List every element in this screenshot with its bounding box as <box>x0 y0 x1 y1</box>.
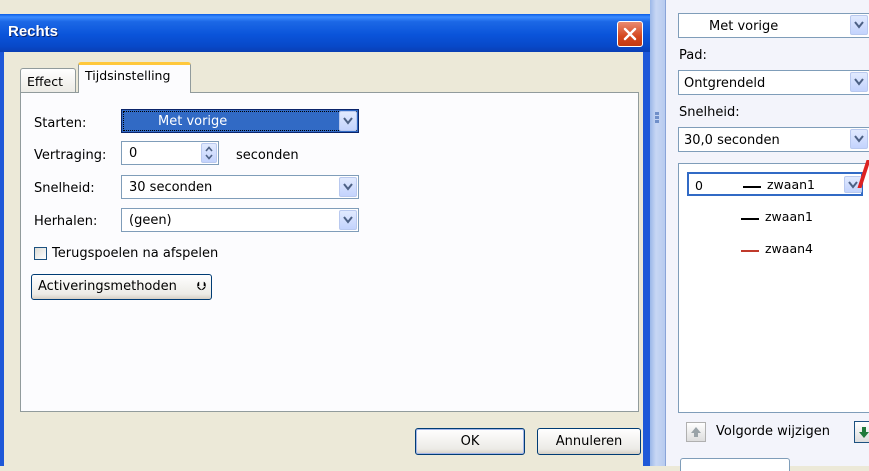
spinner-buttons[interactable] <box>201 143 217 163</box>
list-item-name: zwaan1 <box>767 177 815 192</box>
list-item-name: zwaan1 <box>765 209 813 224</box>
dialog-title: Rechts <box>8 23 59 40</box>
window-frame-right <box>643 52 650 466</box>
vertraging-value: 0 <box>129 146 138 161</box>
pad-dropdown[interactable]: Ontgrendeld <box>678 70 869 95</box>
starten-dropdown[interactable]: Met vorige <box>121 109 359 133</box>
window-frame-left <box>0 52 4 466</box>
pad-label: Pad: <box>679 48 707 63</box>
chevron-down-icon <box>854 78 864 86</box>
list-item-number: 0 <box>695 178 703 193</box>
pane-start-dropdown[interactable]: Met vorige <box>678 13 869 38</box>
ok-button[interactable]: OK <box>415 428 525 455</box>
list-item-name: zwaan4 <box>765 241 813 256</box>
pane-snelheid-dropdown-button[interactable] <box>850 129 868 149</box>
pane-snelheid-label: Snelheid: <box>679 105 740 120</box>
pad-dropdown-button[interactable] <box>850 72 868 92</box>
starten-label: Starten: <box>34 116 87 131</box>
splitter-grip <box>655 112 659 115</box>
snelheid-value: 30 seconden <box>129 180 213 195</box>
splitter-grip <box>655 120 659 123</box>
vertraging-label: Vertraging: <box>34 148 107 163</box>
motion-path-line-icon <box>743 186 761 188</box>
herhalen-label: Herhalen: <box>34 214 98 229</box>
motion-path-line-icon <box>741 218 759 220</box>
double-chevron-down-icon: ⮋ <box>197 279 207 293</box>
tab-effect[interactable]: Effect <box>20 68 76 92</box>
rewind-label: Terugspoelen na afspelen <box>52 246 219 261</box>
dialog-window: Rechts Effect Tijdsinstelling Starten: M… <box>0 0 650 466</box>
chevron-down-icon <box>343 117 353 125</box>
close-icon <box>623 27 637 41</box>
vertraging-unit: seconden <box>236 148 299 163</box>
pane-start-dropdown-button[interactable] <box>850 15 868 35</box>
move-down-button[interactable] <box>854 421 869 443</box>
spin-arrows-icon <box>205 146 213 160</box>
chevron-down-icon <box>343 216 353 224</box>
title-bar[interactable]: Rechts <box>0 14 650 52</box>
snelheid-dropdown-button[interactable] <box>339 177 357 197</box>
ok-label: OK <box>460 434 480 449</box>
play-button-partial[interactable] <box>680 458 790 471</box>
rewind-checkbox[interactable] <box>34 247 47 260</box>
starten-dropdown-button[interactable] <box>339 111 357 131</box>
cancel-button[interactable]: Annuleren <box>537 428 641 455</box>
snelheid-dropdown[interactable]: 30 seconden <box>121 175 359 199</box>
list-item[interactable]: 0 zwaan1 <box>687 172 863 196</box>
tab-tijdsinstelling[interactable]: Tijdsinstelling <box>78 62 191 93</box>
snelheid-label: Snelheid: <box>34 181 95 196</box>
starten-value: Met vorige <box>158 114 228 129</box>
tab-effect-label: Effect <box>27 74 63 89</box>
reorder-label: Volgorde wijzigen <box>716 424 830 439</box>
herhalen-dropdown[interactable]: (geen) <box>121 208 359 232</box>
herhalen-value: (geen) <box>129 213 172 228</box>
pane-start-value: Met vorige <box>709 19 779 34</box>
vertraging-spinner[interactable]: 0 <box>121 141 219 165</box>
tab-tijdsinstelling-label: Tijdsinstelling <box>85 68 171 83</box>
custom-animation-pane: Met vorige Pad: Ontgrendeld Snelheid: 30… <box>665 0 869 471</box>
chevron-down-icon <box>854 21 864 29</box>
chevron-down-icon <box>343 183 353 191</box>
triggers-button[interactable]: Activeringsmethoden ⮋ <box>31 274 212 300</box>
move-up-button[interactable] <box>686 422 706 442</box>
arrow-up-icon <box>691 427 701 437</box>
chevron-down-icon <box>854 135 864 143</box>
pane-splitter[interactable] <box>650 0 665 466</box>
pane-snelheid-dropdown[interactable]: 30,0 seconden <box>678 127 869 152</box>
animation-list[interactable]: 0 zwaan1 zwaan1 zwaan4 <box>678 163 869 413</box>
list-item[interactable]: zwaan1 <box>679 206 869 230</box>
list-item[interactable]: zwaan4 <box>679 238 869 262</box>
pad-value: Ontgrendeld <box>684 76 766 91</box>
pane-snelheid-value: 30,0 seconden <box>684 133 780 148</box>
motion-path-line-icon <box>741 250 759 252</box>
cancel-label: Annuleren <box>555 434 623 449</box>
arrow-down-icon <box>859 427 869 438</box>
splitter-grip <box>655 116 659 119</box>
close-button[interactable] <box>617 21 643 47</box>
herhalen-dropdown-button[interactable] <box>339 210 357 230</box>
reorder-bar: Volgorde wijzigen <box>678 420 869 446</box>
triggers-label: Activeringsmethoden <box>38 279 177 294</box>
